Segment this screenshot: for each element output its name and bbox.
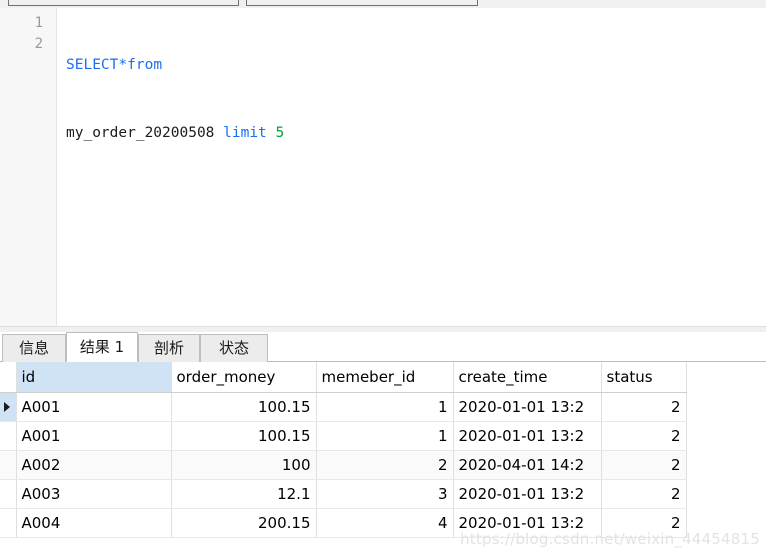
code-line-1: SELECT*from: [66, 50, 756, 76]
token-limit-value: 5: [275, 125, 285, 141]
row-indicator-cell[interactable]: [0, 450, 17, 480]
cell-order-money[interactable]: 100.15: [171, 421, 317, 451]
cell-create-time[interactable]: 2020-01-01 13:2: [453, 392, 602, 422]
cell-memeber-id[interactable]: 2: [316, 450, 454, 480]
column-header-status[interactable]: status: [601, 362, 687, 393]
cell-status[interactable]: 2: [601, 479, 687, 509]
table-row[interactable]: A003 12.1 3 2020-01-01 13:2 2: [0, 479, 687, 509]
row-indicator-cell[interactable]: [0, 392, 17, 422]
token-from: from: [127, 57, 163, 73]
line-number-gutter: 1 2: [0, 8, 57, 326]
token-table-name: my_order_20200508: [66, 125, 215, 141]
cell-status[interactable]: 2: [601, 392, 687, 422]
token-star: *: [118, 57, 128, 73]
sql-editor[interactable]: 1 2 SELECT*from my_order_20200508 limit …: [0, 8, 766, 326]
result-grid[interactable]: id order_money memeber_id create_time st…: [0, 362, 766, 560]
token-limit: limit: [223, 125, 267, 141]
cell-memeber-id[interactable]: 4: [316, 508, 454, 538]
cell-order-money[interactable]: 100.15: [171, 392, 317, 422]
row-indicator-cell[interactable]: [0, 479, 17, 509]
tab-info[interactable]: 信息: [2, 334, 66, 362]
token-select: SELECT: [66, 57, 119, 73]
column-header-order-money[interactable]: order_money: [171, 362, 317, 393]
column-header-memeber-id[interactable]: memeber_id: [316, 362, 454, 393]
table-header-row: id order_money memeber_id create_time st…: [0, 362, 687, 393]
token-space-1: [214, 125, 223, 141]
cell-id[interactable]: A002: [16, 450, 172, 480]
cell-id[interactable]: A003: [16, 479, 172, 509]
cell-status[interactable]: 2: [601, 450, 687, 480]
line-number-2: 2: [34, 36, 43, 52]
table-row[interactable]: A004 200.15 4 2020-01-01 13:2 2: [0, 508, 687, 538]
row-indicator-cell[interactable]: [0, 508, 17, 538]
cell-id[interactable]: A004: [16, 508, 172, 538]
cell-status[interactable]: 2: [601, 421, 687, 451]
cell-id[interactable]: A001: [16, 392, 172, 422]
toolbar-box-left[interactable]: [8, 0, 239, 6]
table-row[interactable]: A002 100 2 2020-04-01 14:2 2: [0, 450, 687, 480]
result-table-head: id order_money memeber_id create_time st…: [0, 362, 687, 393]
tab-profile[interactable]: 剖析: [138, 334, 200, 362]
sql-code-area[interactable]: SELECT*from my_order_20200508 limit 5: [66, 8, 756, 186]
cell-order-money[interactable]: 200.15: [171, 508, 317, 538]
line-number-1: 1: [34, 15, 43, 31]
tab-status[interactable]: 状态: [200, 334, 268, 362]
token-space-2: [267, 125, 276, 141]
table-row[interactable]: A001 100.15 1 2020-01-01 13:2 2: [0, 421, 687, 451]
cell-order-money[interactable]: 100: [171, 450, 317, 480]
top-toolbar-strip: [0, 0, 766, 8]
cell-create-time[interactable]: 2020-04-01 14:2: [453, 450, 602, 480]
cell-memeber-id[interactable]: 1: [316, 392, 454, 422]
column-header-id[interactable]: id: [16, 362, 172, 393]
result-table-body: A001 100.15 1 2020-01-01 13:2 2 A001 100…: [0, 392, 687, 538]
column-header-create-time[interactable]: create_time: [453, 362, 602, 393]
cell-memeber-id[interactable]: 3: [316, 479, 454, 509]
cell-create-time[interactable]: 2020-01-01 13:2: [453, 421, 602, 451]
current-row-caret-icon: [4, 401, 10, 412]
cell-id[interactable]: A001: [16, 421, 172, 451]
code-line-2: my_order_20200508 limit 5: [66, 118, 756, 144]
cell-memeber-id[interactable]: 1: [316, 421, 454, 451]
cell-order-money[interactable]: 12.1: [171, 479, 317, 509]
cell-create-time[interactable]: 2020-01-01 13:2: [453, 479, 602, 509]
table-row[interactable]: A001 100.15 1 2020-01-01 13:2 2: [0, 392, 687, 422]
tab-result-1[interactable]: 结果 1: [66, 332, 138, 362]
toolbar-box-right[interactable]: [246, 0, 478, 6]
results-tab-bar: 信息 结果 1 剖析 状态: [0, 332, 766, 362]
cell-create-time[interactable]: 2020-01-01 13:2: [453, 508, 602, 538]
row-indicator-header: [0, 362, 17, 393]
cell-status[interactable]: 2: [601, 508, 687, 538]
row-indicator-cell[interactable]: [0, 421, 17, 451]
result-table: id order_money memeber_id create_time st…: [0, 362, 687, 538]
